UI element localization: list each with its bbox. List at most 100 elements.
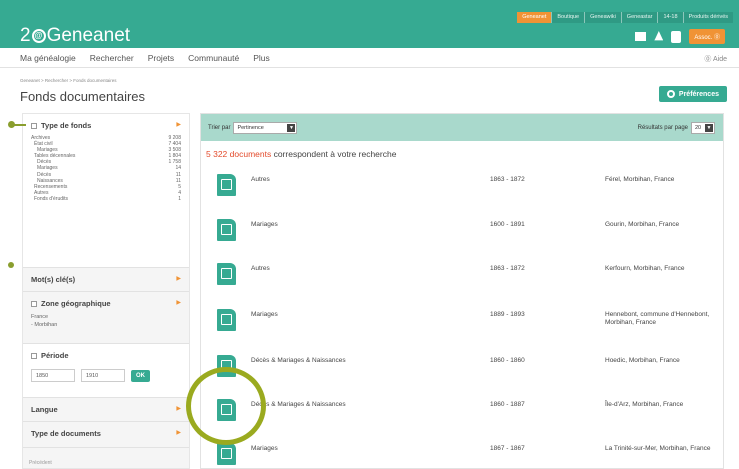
- top-tab-geneanet[interactable]: Geneanet: [517, 12, 552, 23]
- result-place: Hoedic, Morbihan, France: [605, 357, 680, 364]
- result-row[interactable]: Décès & Mariages & Naissances 1860 - 1887…: [201, 397, 723, 439]
- document-icon[interactable]: [217, 443, 236, 465]
- filter-geo-label: Zone géographique: [41, 299, 111, 308]
- document-icon[interactable]: [217, 219, 236, 241]
- callout-dot: [8, 262, 14, 268]
- result-place: Férel, Morbihan, France: [605, 176, 675, 183]
- filter-language-head[interactable]: Langue: [23, 398, 189, 419]
- date-to-input[interactable]: 1910: [81, 369, 125, 382]
- filter-keywords-label: Mot(s) clé(s): [31, 275, 76, 284]
- filter-type-label: Type de fonds: [41, 121, 92, 130]
- result-years: 1863 - 1872: [490, 265, 525, 272]
- nav-plus[interactable]: Plus: [253, 53, 270, 63]
- result-years: 1867 - 1867: [490, 445, 525, 452]
- result-type[interactable]: Mariages: [251, 445, 431, 453]
- chevron-right-icon[interactable]: ▶: [176, 429, 181, 436]
- chevron-down-icon: ▼: [705, 124, 713, 132]
- top-tab-geneawiki[interactable]: Geneawiki: [584, 12, 621, 23]
- mail-icon[interactable]: [635, 32, 647, 41]
- result-years: 1863 - 1872: [490, 176, 525, 183]
- filter-type-de-fonds: Type de fonds ▶ Archives 9 208 État civil 7…: [23, 114, 189, 268]
- result-place: Hennebont, commune d'Hennebont, Morbihan…: [605, 311, 710, 326]
- chevron-right-icon[interactable]: ▶: [176, 121, 181, 128]
- results-count-text: correspondent à votre recherche: [271, 149, 397, 159]
- filter-period-label: Période: [41, 351, 69, 360]
- result-row[interactable]: Mariages 1889 - 1893 Hennebont, commune d'…: [201, 307, 723, 349]
- type-count-row[interactable]: Fonds d'érudits 1: [23, 196, 189, 202]
- page-title: Fonds documentaires: [20, 89, 146, 104]
- result-type[interactable]: Décès & Mariages & Naissances: [251, 357, 431, 365]
- chevron-right-icon[interactable]: ▶: [176, 405, 181, 412]
- result-years: 1860 - 1860: [490, 357, 525, 364]
- preferences-button[interactable]: Préférences: [658, 86, 727, 102]
- filter-period: Période 1850 1910 OK: [23, 344, 189, 398]
- type-count-list: Archives 9 208 État civil 7 404 Mariages 3 50…: [23, 135, 189, 202]
- top-tab-14-18[interactable]: 14-18: [657, 12, 683, 23]
- document-icon[interactable]: [217, 309, 236, 331]
- type-count-label: Fonds d'érudits: [34, 195, 69, 202]
- ok-button[interactable]: OK: [131, 369, 150, 382]
- result-place: Gourin, Morbihan, France: [605, 221, 680, 228]
- sidebar-footer[interactable]: Précédent: [29, 460, 52, 466]
- filter-doctype: Type de documents ▶: [23, 422, 189, 448]
- collapse-icon: [31, 300, 37, 307]
- help-link[interactable]: ⓪ Aide: [704, 54, 727, 64]
- filter-language: Langue ▶: [23, 398, 189, 422]
- result-row[interactable]: Décès & Mariages & Naissances 1860 - 1860…: [201, 353, 723, 395]
- preferences-label: Préférences: [678, 90, 719, 98]
- result-type[interactable]: Mariages: [251, 221, 431, 229]
- results-count-number: 5 322 documents: [206, 149, 272, 159]
- document-icon[interactable]: [217, 174, 236, 196]
- collapse-icon: [31, 122, 37, 129]
- result-type[interactable]: Autres: [251, 176, 431, 184]
- result-type[interactable]: Autres: [251, 265, 431, 273]
- main-nav: Ma généalogie Rechercher Projets Communa…: [0, 48, 739, 68]
- nav-rechercher[interactable]: Rechercher: [90, 53, 134, 63]
- geo-morbihan[interactable]: - Morbihan: [23, 321, 189, 329]
- result-row[interactable]: Autres 1863 - 1872 Férel, Morbihan, France: [201, 172, 723, 214]
- nav-communaute[interactable]: Communauté: [188, 53, 239, 63]
- site-logo[interactable]: 2 @ Geneanet: [20, 26, 130, 46]
- breadcrumb[interactable]: Geneanet > Rechercher > Fonds documentai…: [20, 78, 117, 83]
- header-icons: Assoc. ⓪: [635, 29, 725, 44]
- results-count: 5 322 documents correspondent à votre re…: [201, 141, 723, 167]
- logo-text: Geneanet: [46, 25, 131, 46]
- results-panel: Trier par Pertinence ▼ Résultats par pag…: [200, 113, 724, 469]
- nav-ma-genealogie[interactable]: Ma généalogie: [20, 53, 76, 63]
- chevron-right-icon[interactable]: ▶: [176, 275, 181, 282]
- gear-icon: [666, 90, 675, 98]
- result-years: 1860 - 1887: [490, 401, 525, 408]
- result-row[interactable]: Mariages 1867 - 1867 La Trinité-sur-Mer, M…: [201, 441, 723, 469]
- collapse-icon: [31, 352, 37, 359]
- account-button[interactable]: Assoc. ⓪: [689, 29, 725, 44]
- sort-select[interactable]: Pertinence ▼: [233, 121, 298, 134]
- filter-geo-head[interactable]: Zone géographique: [23, 292, 189, 313]
- chevron-right-icon[interactable]: ▶: [176, 299, 181, 306]
- sort-label: Trier par: [208, 124, 231, 131]
- user-icon[interactable]: [671, 30, 682, 43]
- result-place: Île-d'Arz, Morbihan, France: [605, 401, 684, 408]
- nav-projets[interactable]: Projets: [148, 53, 174, 63]
- result-place: La Trinité-sur-Mer, Morbihan, France: [605, 445, 711, 452]
- top-tab-boutique[interactable]: Boutique: [551, 12, 585, 23]
- per-page-select[interactable]: 20 ▼: [691, 122, 715, 134]
- result-row[interactable]: Mariages 1600 - 1891 Gourin, Morbihan, Fra…: [201, 217, 723, 259]
- filter-doctype-head[interactable]: Type de documents: [23, 422, 189, 443]
- result-type[interactable]: Décès & Mariages & Naissances: [251, 401, 431, 409]
- per-page-label: Résultats par page: [637, 125, 688, 131]
- document-icon[interactable]: [217, 263, 236, 285]
- result-type[interactable]: Mariages: [251, 311, 431, 319]
- per-page-value: 20: [695, 125, 702, 131]
- filter-period-head[interactable]: Période: [23, 344, 189, 365]
- bell-icon[interactable]: [654, 31, 664, 41]
- filter-language-label: Langue: [31, 405, 58, 414]
- filter-type-head[interactable]: Type de fonds: [23, 114, 189, 135]
- top-tab-geneastar[interactable]: Geneastar: [620, 12, 658, 23]
- geo-france[interactable]: France: [23, 313, 189, 321]
- top-tab-produits[interactable]: Produits dérivés: [682, 12, 733, 23]
- result-years: 1600 - 1891: [490, 221, 525, 228]
- filter-keywords-head[interactable]: Mot(s) clé(s): [23, 268, 189, 289]
- callout-dot: [8, 121, 15, 128]
- date-from-input[interactable]: 1850: [31, 369, 75, 382]
- result-row[interactable]: Autres 1863 - 1872 Kerfourn, Morbihan, Fra…: [201, 261, 723, 303]
